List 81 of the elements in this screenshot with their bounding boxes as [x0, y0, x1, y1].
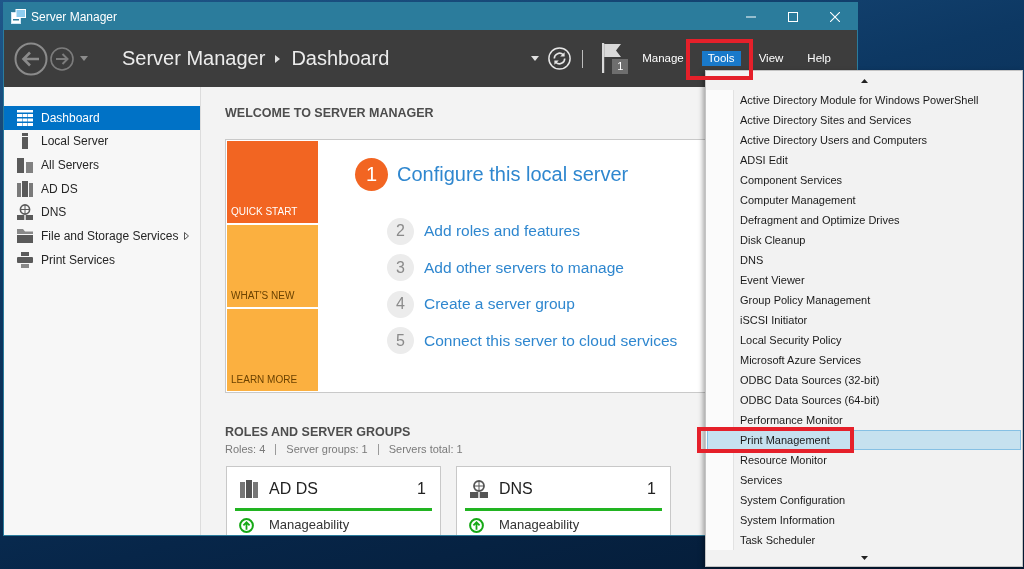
step-link[interactable]: Configure this local server [397, 163, 629, 186]
breadcrumb-item: Dashboard [291, 47, 390, 70]
up-arrow-circle-icon [239, 517, 254, 533]
server-stack-icon [240, 480, 258, 498]
section-heading: ROLES AND SERVER GROUPS [225, 424, 411, 440]
menu-item[interactable]: Component Services [707, 170, 1021, 190]
summary-stat: Server groups: 1 [286, 442, 368, 456]
flag-icon[interactable] [602, 43, 623, 73]
sidebar-item[interactable]: Dashboard [4, 106, 200, 130]
role-count: 1 [647, 480, 656, 498]
menu-item[interactable]: System Configuration [707, 490, 1021, 510]
step-number: 5 [387, 327, 414, 355]
menu-item[interactable]: Print Management [707, 430, 1021, 450]
menu-item[interactable]: Active Directory Users and Computers [707, 130, 1021, 150]
step-number: 4 [387, 290, 414, 318]
sidebar-item[interactable]: Local Server [4, 129, 200, 154]
nav-tile[interactable]: LEARN MORE [227, 309, 318, 391]
close-icon[interactable] [830, 11, 840, 22]
menu-item[interactable]: ODBC Data Sources (32-bit) [707, 370, 1021, 390]
server-stack-icon [17, 180, 33, 197]
menu-item[interactable]: Local Security Policy [707, 330, 1021, 350]
menu-item[interactable]: ADSI Edit [707, 150, 1021, 170]
status-label: Manageability [499, 517, 580, 533]
window-title: Server Manager [31, 9, 118, 24]
menu-item[interactable]: Active Directory Sites and Services [707, 110, 1021, 130]
menu-item[interactable]: Group Policy Management [707, 290, 1021, 310]
expand-arrow-icon[interactable] [184, 232, 190, 241]
step-link[interactable]: Connect this server to cloud services [424, 331, 678, 350]
menu-item[interactable]: System Information [707, 510, 1021, 530]
menu-item[interactable]: Active Directory Module for Windows PowerShell [707, 90, 1021, 110]
menu-item[interactable]: ODBC Data Sources (64-bit) [707, 390, 1021, 410]
up-arrow-circle-icon [469, 517, 484, 533]
dashboard-grid-icon [17, 109, 33, 126]
sidebar-item[interactable]: Print Services [4, 247, 200, 272]
sidebar-item[interactable]: DNS [4, 200, 200, 225]
scroll-up-icon[interactable] [860, 78, 868, 83]
menu-item[interactable]: DNS [707, 250, 1021, 270]
sidebar-item[interactable]: All Servers [4, 153, 200, 177]
printer-icon [17, 251, 33, 268]
menubar-item[interactable]: Help [801, 51, 837, 66]
globe-server-icon [470, 480, 488, 498]
menu-item[interactable]: Defragment and Optimize Drives [707, 210, 1021, 230]
menu-item[interactable]: Performance Monitor [707, 410, 1021, 430]
menu-item[interactable]: Disk Cleanup [707, 230, 1021, 250]
role-count: 1 [417, 480, 426, 498]
step-number: 2 [387, 217, 414, 245]
menu-item[interactable]: iSCSI Initiator [707, 310, 1021, 330]
step-link[interactable]: Create a server group [424, 295, 575, 314]
step-link[interactable]: Add other servers to manage [424, 258, 624, 277]
caret-icon[interactable] [531, 56, 540, 61]
globe-server-icon [17, 204, 33, 221]
menu-item[interactable]: Microsoft Azure Services [707, 350, 1021, 370]
breadcrumb-arrow-icon [275, 54, 281, 63]
menubar-item[interactable]: View [752, 51, 790, 66]
status-label: Manageability [269, 517, 350, 533]
sidebar-item[interactable]: File and Storage Services [4, 224, 200, 248]
summary-stat: Servers total: 1 [388, 442, 463, 456]
menu-item[interactable]: Task Scheduler [707, 530, 1021, 550]
menu-item[interactable]: Computer Management [707, 190, 1021, 210]
summary-stat: Roles: 4 [225, 442, 266, 456]
menubar-item[interactable]: Tools [701, 51, 741, 66]
folder-icon [17, 228, 33, 245]
breadcrumb-item: Server Manager [122, 47, 266, 70]
role-name: AD DS [269, 480, 318, 498]
menu-item[interactable]: Resource Monitor [707, 450, 1021, 470]
maximize-icon[interactable] [788, 11, 798, 22]
scroll-down-icon[interactable] [860, 556, 868, 560]
refresh-icon[interactable] [548, 47, 572, 70]
menubar-item[interactable]: Manage [636, 51, 690, 66]
section-heading: WELCOME TO SERVER MANAGER [225, 105, 434, 121]
menu-item[interactable]: Event Viewer [707, 270, 1021, 290]
step-link[interactable]: Add roles and features [424, 222, 580, 241]
sidebar-item[interactable]: AD DS [4, 176, 200, 201]
servers-icon [17, 157, 33, 174]
nav-tile[interactable]: WHAT'S NEW [227, 225, 318, 307]
role-name: DNS [499, 480, 533, 498]
menu-item[interactable]: Services [707, 470, 1021, 490]
step-number: 3 [387, 254, 414, 282]
step-number: 1 [355, 158, 388, 191]
app-icon [11, 9, 26, 24]
notification-count: 1 [612, 59, 629, 74]
